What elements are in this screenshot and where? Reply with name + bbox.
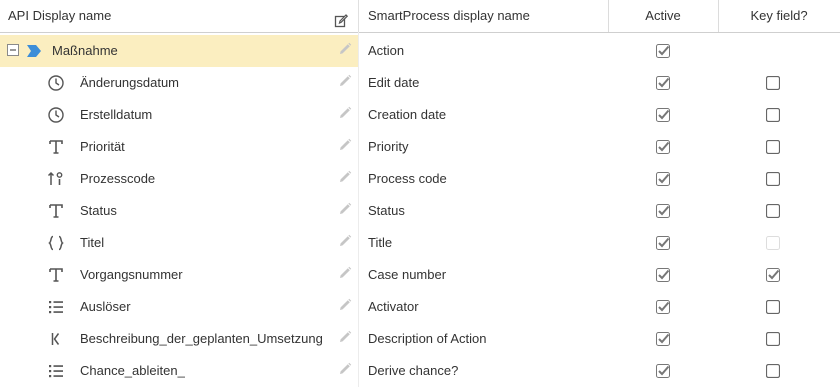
smartprocess-display-name[interactable]: Action [368, 35, 404, 67]
active-checkbox[interactable] [656, 300, 670, 314]
table-row[interactable]: Prozesscode Process code [0, 163, 840, 195]
key-field-checkbox[interactable] [765, 139, 781, 155]
smartprocess-display-name[interactable]: Priority [368, 131, 408, 163]
api-display-name: Maßnahme [52, 43, 118, 58]
api-display-name: Auslöser [80, 299, 131, 314]
smartprocess-display-name[interactable]: Creation date [368, 99, 446, 131]
active-checkbox[interactable] [656, 108, 670, 122]
smartprocess-display-name[interactable]: Title [368, 227, 392, 259]
api-display-name: Beschreibung_der_geplanten_Umsetzung [80, 331, 323, 346]
smartprocess-display-name[interactable]: Process code [368, 163, 447, 195]
text-type-icon [47, 138, 65, 156]
table-row[interactable]: Vorgangsnummer Case number [0, 259, 840, 291]
api-display-name: Chance_ableiten_ [80, 363, 185, 378]
list-icon [47, 362, 65, 380]
active-checkbox[interactable] [656, 268, 670, 282]
active-checkbox[interactable] [656, 236, 670, 250]
table-row[interactable]: Erstelldatum Creation date [0, 99, 840, 131]
column-header-smartprocess-display-name[interactable]: SmartProcess display name [368, 0, 530, 32]
grid-header: API Display name SmartProcess display na… [0, 0, 840, 33]
column-divider[interactable] [608, 0, 609, 32]
key-field-checkbox[interactable] [765, 107, 781, 123]
table-row[interactable]: Titel Title [0, 227, 840, 259]
edit-pencil-icon[interactable] [338, 298, 352, 312]
smartprocess-display-name[interactable]: Edit date [368, 67, 419, 99]
key-field-checkbox [766, 236, 780, 250]
edit-pencil-icon[interactable] [338, 74, 352, 88]
api-display-name: Priorität [80, 139, 125, 154]
rich-text-icon [47, 330, 65, 348]
table-row[interactable]: Auslöser Activator [0, 291, 840, 323]
edit-pencil-icon[interactable] [338, 266, 352, 280]
api-display-name: Titel [80, 235, 105, 250]
text-type-icon [47, 202, 65, 220]
clock-icon [47, 74, 65, 92]
smartprocess-display-name[interactable]: Case number [368, 259, 446, 291]
column-divider[interactable] [718, 0, 719, 32]
edit-pencil-icon[interactable] [338, 202, 352, 216]
active-checkbox[interactable] [656, 364, 670, 378]
text-type-icon [47, 266, 65, 284]
smartprocess-display-name[interactable]: Activator [368, 291, 419, 323]
column-header-api-display-name[interactable]: API Display name [8, 0, 111, 32]
sort-code-icon [47, 170, 65, 188]
edit-pencil-icon[interactable] [338, 106, 352, 120]
active-checkbox[interactable] [656, 332, 670, 346]
api-display-name: Prozesscode [80, 171, 156, 186]
smartprocess-display-name[interactable]: Description of Action [368, 323, 487, 355]
active-checkbox[interactable] [656, 172, 670, 186]
key-field-checkbox[interactable] [765, 299, 781, 315]
active-checkbox[interactable] [656, 140, 670, 154]
api-display-name: Vorgangsnummer [80, 267, 183, 282]
table-row[interactable]: Beschreibung_der_geplanten_Umsetzung Desc… [0, 323, 840, 355]
smartprocess-display-name[interactable]: Status [368, 195, 405, 227]
braces-icon [47, 234, 65, 252]
key-field-checkbox[interactable] [765, 171, 781, 187]
edit-pencil-icon[interactable] [338, 138, 352, 152]
process-tag-icon [27, 45, 41, 57]
key-field-checkbox[interactable] [765, 203, 781, 219]
api-display-name: Änderungsdatum [80, 75, 180, 90]
api-display-name: Status [80, 203, 117, 218]
table-row[interactable]: Priorität Priority [0, 131, 840, 163]
key-field-checkbox[interactable] [765, 363, 781, 379]
table-row[interactable]: Chance_ableiten_ Derive chance? [0, 355, 840, 387]
active-checkbox[interactable] [656, 76, 670, 90]
list-icon [47, 298, 65, 316]
edit-pencil-icon[interactable] [338, 234, 352, 248]
field-mapping-grid: API Display name SmartProcess display na… [0, 0, 840, 387]
column-divider[interactable] [358, 0, 359, 32]
smartprocess-display-name[interactable]: Derive chance? [368, 355, 458, 387]
column-header-key-field[interactable]: Key field? [718, 0, 840, 32]
active-checkbox[interactable] [656, 44, 670, 58]
edit-columns-icon[interactable] [334, 8, 349, 28]
edit-pencil-icon[interactable] [338, 362, 352, 376]
key-field-checkbox[interactable] [766, 268, 780, 282]
table-row[interactable]: Änderungsdatum Edit date [0, 67, 840, 99]
key-field-checkbox[interactable] [765, 75, 781, 91]
active-checkbox[interactable] [656, 204, 670, 218]
clock-icon [47, 106, 65, 124]
edit-pencil-icon[interactable] [338, 170, 352, 184]
api-display-name: Erstelldatum [80, 107, 153, 122]
grid-rows: Maßnahme Action Änderungsdatum Edit date Ers… [0, 35, 840, 387]
column-header-active[interactable]: Active [608, 0, 718, 32]
tree-row-root[interactable]: Maßnahme Action [0, 35, 840, 67]
edit-pencil-icon[interactable] [338, 42, 352, 56]
collapse-toggle-icon[interactable] [7, 44, 19, 56]
edit-pencil-icon[interactable] [338, 330, 352, 344]
key-field-checkbox[interactable] [765, 331, 781, 347]
table-row[interactable]: Status Status [0, 195, 840, 227]
